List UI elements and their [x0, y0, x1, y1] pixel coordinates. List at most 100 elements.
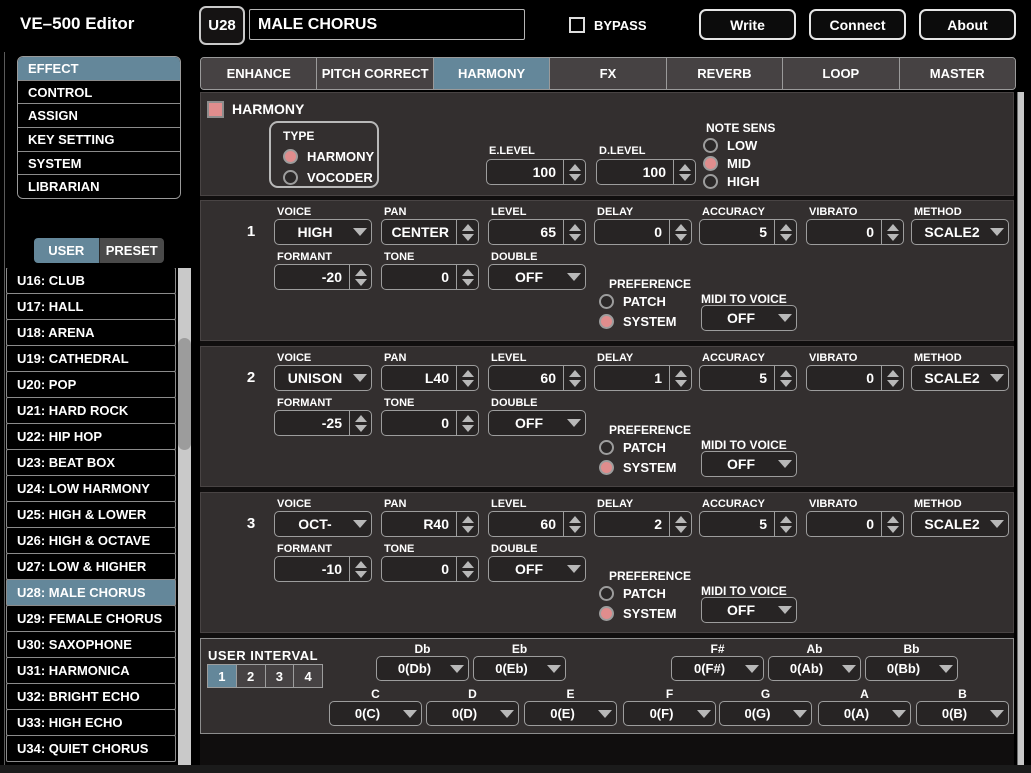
spinner-arrows-icon[interactable] — [881, 366, 903, 390]
radio-icon[interactable] — [599, 314, 614, 329]
patch-list-item[interactable]: U32: BRIGHT ECHO — [6, 683, 176, 710]
sidebar-nav-item[interactable]: KEY SETTING — [18, 128, 180, 152]
double-select[interactable]: OFF — [488, 410, 586, 436]
pan-spinner[interactable]: L40 — [381, 365, 479, 391]
effect-tab[interactable]: REVERB — [666, 58, 784, 89]
effect-tab[interactable]: MASTER — [899, 58, 1015, 89]
e-level-spinner[interactable]: 100 — [486, 159, 586, 185]
patch-name-input[interactable] — [249, 9, 525, 40]
spinner-arrows-icon[interactable] — [673, 160, 695, 184]
radio-icon[interactable] — [599, 460, 614, 475]
spinner-arrows-icon[interactable] — [881, 220, 903, 244]
spinner-arrows-icon[interactable] — [456, 557, 478, 581]
patch-list-item[interactable]: U34: QUIET CHORUS — [6, 735, 176, 762]
method-select[interactable]: SCALE2 — [911, 365, 1009, 391]
midi-to-voice-select[interactable]: OFF — [701, 305, 797, 331]
preference-patch-radio[interactable]: PATCH — [599, 440, 666, 455]
spinner-arrows-icon[interactable] — [563, 220, 585, 244]
d-level-spinner[interactable]: 100 — [596, 159, 696, 185]
effect-tab[interactable]: FX — [550, 58, 667, 89]
note-sens-mid-radio[interactable]: MID — [703, 156, 751, 171]
radio-icon[interactable] — [283, 170, 298, 185]
pan-spinner[interactable]: CENTER — [381, 219, 479, 245]
level-spinner[interactable]: 60 — [488, 511, 586, 537]
spinner-arrows-icon[interactable] — [774, 366, 796, 390]
library-tab[interactable]: PRESET — [99, 238, 164, 263]
interval-select[interactable]: 0(B) — [916, 701, 1009, 726]
radio-icon[interactable] — [599, 294, 614, 309]
spinner-arrows-icon[interactable] — [349, 411, 371, 435]
radio-icon[interactable] — [703, 138, 718, 153]
patch-list-scrollbar[interactable] — [178, 268, 191, 766]
method-select[interactable]: SCALE2 — [911, 219, 1009, 245]
tone-spinner[interactable]: 0 — [381, 556, 479, 582]
patch-list-item[interactable]: U18: ARENA — [6, 319, 176, 346]
delay-spinner[interactable]: 1 — [594, 365, 692, 391]
interval-select[interactable]: 0(F) — [623, 701, 716, 726]
radio-icon[interactable] — [599, 440, 614, 455]
double-select[interactable]: OFF — [488, 264, 586, 290]
patch-list-item[interactable]: U29: FEMALE CHORUS — [6, 605, 176, 632]
harmony-enable-indicator[interactable] — [207, 101, 224, 118]
bypass-control[interactable]: BYPASS — [569, 17, 647, 33]
type-harmony-radio[interactable]: HARMONY — [283, 149, 374, 164]
spinner-arrows-icon[interactable] — [669, 366, 691, 390]
spinner-arrows-icon[interactable] — [456, 265, 478, 289]
preference-system-radio[interactable]: SYSTEM — [599, 606, 676, 621]
double-select[interactable]: OFF — [488, 556, 586, 582]
voice-select[interactable]: HIGH — [274, 219, 372, 245]
preference-system-radio[interactable]: SYSTEM — [599, 314, 676, 329]
spinner-arrows-icon[interactable] — [563, 366, 585, 390]
interval-select[interactable]: 0(E) — [524, 701, 617, 726]
spinner-arrows-icon[interactable] — [774, 512, 796, 536]
formant-spinner[interactable]: -20 — [274, 264, 372, 290]
level-spinner[interactable]: 60 — [488, 365, 586, 391]
effect-tab[interactable]: ENHANCE — [201, 58, 318, 89]
midi-to-voice-select[interactable]: OFF — [701, 451, 797, 477]
delay-spinner[interactable]: 0 — [594, 219, 692, 245]
patch-list-item[interactable]: U22: HIP HOP — [6, 423, 176, 450]
spinner-arrows-icon[interactable] — [456, 220, 478, 244]
interval-select[interactable]: 0(A) — [818, 701, 911, 726]
patch-list-item[interactable]: U31: HARMONICA — [6, 657, 176, 684]
patch-list-item[interactable]: U23: BEAT BOX — [6, 449, 176, 476]
accuracy-spinner[interactable]: 5 — [699, 219, 797, 245]
radio-icon[interactable] — [599, 606, 614, 621]
effect-tab[interactable]: LOOP — [783, 58, 900, 89]
effect-tab[interactable]: HARMONY — [433, 58, 551, 89]
spinner-arrows-icon[interactable] — [456, 411, 478, 435]
spinner-arrows-icon[interactable] — [669, 220, 691, 244]
spinner-arrows-icon[interactable] — [563, 512, 585, 536]
accuracy-spinner[interactable]: 5 — [699, 511, 797, 537]
delay-spinner[interactable]: 2 — [594, 511, 692, 537]
preference-system-radio[interactable]: SYSTEM — [599, 460, 676, 475]
sidebar-nav-item[interactable]: CONTROL — [18, 80, 180, 105]
scrollbar-thumb[interactable] — [178, 338, 191, 450]
preference-patch-radio[interactable]: PATCH — [599, 294, 666, 309]
patch-list-item[interactable]: U16: CLUB — [6, 268, 176, 294]
patch-list-item[interactable]: U21: HARD ROCK — [6, 397, 176, 424]
tone-spinner[interactable]: 0 — [381, 264, 479, 290]
spinner-arrows-icon[interactable] — [349, 265, 371, 289]
midi-to-voice-select[interactable]: OFF — [701, 597, 797, 623]
effect-tab[interactable]: PITCH CORRECT — [317, 58, 434, 89]
write-button[interactable]: Write — [699, 9, 796, 40]
sidebar-nav-item[interactable]: EFFECT — [18, 57, 180, 81]
spinner-arrows-icon[interactable] — [669, 512, 691, 536]
patch-list-item[interactable]: U20: POP — [6, 371, 176, 398]
about-button[interactable]: About — [919, 9, 1016, 40]
note-sens-low-radio[interactable]: LOW — [703, 138, 757, 153]
spinner-arrows-icon[interactable] — [563, 160, 585, 184]
spinner-arrows-icon[interactable] — [881, 512, 903, 536]
patch-list-item[interactable]: U17: HALL — [6, 293, 176, 320]
library-tab[interactable]: USER — [34, 238, 100, 263]
patch-list-item[interactable]: U28: MALE CHORUS — [6, 579, 176, 606]
spinner-arrows-icon[interactable] — [774, 220, 796, 244]
patch-list-item[interactable]: U19: CATHEDRAL — [6, 345, 176, 372]
voice-select[interactable]: OCT- — [274, 511, 372, 537]
connect-button[interactable]: Connect — [809, 9, 906, 40]
interval-select[interactable]: 0(C) — [329, 701, 422, 726]
type-vocoder-radio[interactable]: VOCODER — [283, 170, 373, 185]
patch-list-item[interactable]: U33: HIGH ECHO — [6, 709, 176, 736]
tone-spinner[interactable]: 0 — [381, 410, 479, 436]
